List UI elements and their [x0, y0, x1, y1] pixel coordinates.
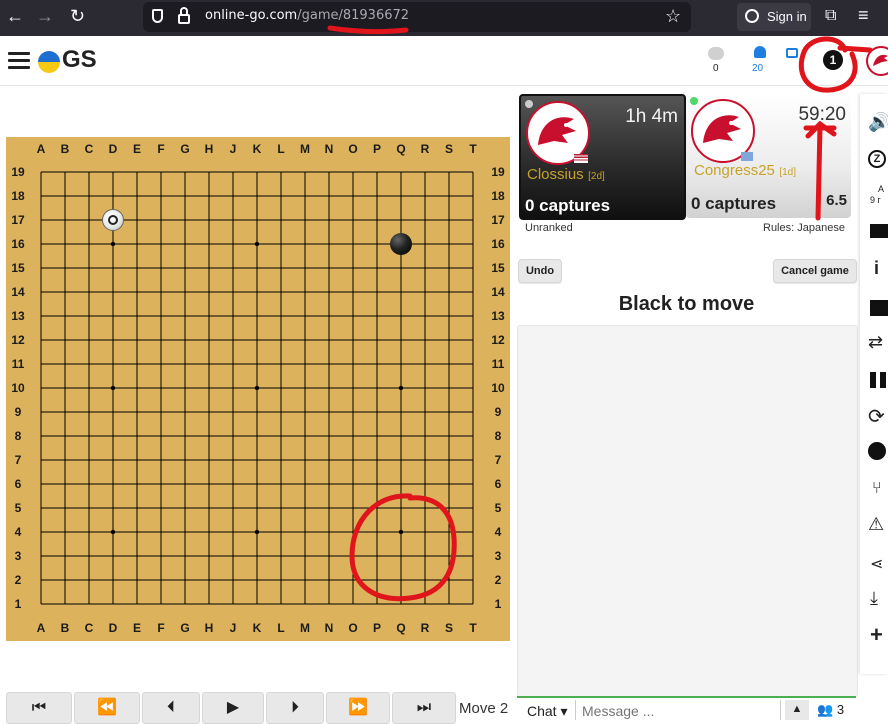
last-move-marker [108, 215, 118, 225]
undo-button[interactable]: Undo [518, 259, 562, 283]
move-number: Move 2 [459, 700, 509, 717]
ranked-status: Unranked [525, 222, 573, 234]
chat-channel-select[interactable]: Chat ▾ [527, 703, 568, 720]
site-header: GS 0 20 1 [0, 36, 888, 86]
reload-icon[interactable]: ↻ [70, 6, 85, 27]
lock-icon[interactable] [178, 14, 190, 24]
chat-expand-button[interactable]: ▲ [785, 700, 809, 720]
turn-indicator-badge[interactable]: 1 [823, 50, 843, 70]
branch-icon[interactable]: ⑂ [872, 480, 882, 498]
black-player-name-row[interactable]: Clossius [2d] [527, 166, 605, 184]
chat-message-field[interactable] [575, 700, 781, 720]
warning-icon[interactable]: ⚠ [868, 514, 884, 535]
lock-shackle-icon [180, 7, 188, 15]
pause-icon[interactable] [870, 372, 876, 388]
user-avatar[interactable] [866, 46, 888, 76]
star-point [254, 241, 260, 247]
back-arrow-icon[interactable]: ← [6, 6, 24, 27]
download-icon[interactable]: ⤓ [870, 588, 878, 609]
last-move-button[interactable]: ⏭ [392, 692, 456, 724]
ogs-logo-text[interactable]: GS [62, 46, 97, 74]
forward-arrow-icon[interactable]: → [36, 6, 54, 27]
zen-mode-icon[interactable]: Z [868, 150, 886, 168]
chat-message-input[interactable] [580, 702, 774, 720]
notification-count: 20 [752, 63, 764, 74]
play-button[interactable]: ▶ [202, 692, 264, 724]
browser-toolbar: ← → ↻ online-go.com/game/81936672 ☆ Sign… [0, 0, 888, 36]
star-point [110, 529, 116, 535]
url-game-id: 81936672 [342, 8, 410, 23]
extensions-icon[interactable]: ⧉ [825, 7, 836, 25]
online-status-dot [690, 97, 698, 105]
info-icon[interactable]: i [874, 258, 879, 279]
move-status: Black to move [618, 293, 755, 315]
black-stone [390, 233, 412, 255]
refresh-icon[interactable]: ⟳ [868, 404, 885, 429]
go-board[interactable]: ABCDEFGHJKLMNOPQRST ABCDEFGHJKLMNOPQRST … [6, 137, 510, 641]
white-komi: 6.5 [826, 192, 847, 209]
url-host: online-go.com [205, 8, 298, 23]
ai-review-icon[interactable]: A [878, 184, 884, 194]
sound-icon[interactable]: 🔊 [868, 112, 888, 133]
swap-icon[interactable]: ⇄ [868, 332, 883, 353]
previous-move-button[interactable]: ⏴ [142, 692, 200, 724]
palette-icon[interactable] [868, 442, 886, 460]
sign-in-label: Sign in [767, 9, 807, 24]
star-point [254, 385, 260, 391]
back-ten-button[interactable]: ⏪ [74, 692, 140, 724]
url-text[interactable]: online-go.com/game/81936672 [205, 8, 409, 23]
black-player-card: 1h 4m Clossius [2d] 0 captures [519, 94, 686, 220]
chat-users-button[interactable]: 👥 3 [817, 702, 844, 718]
plus-icon[interactable]: + [870, 622, 883, 648]
offline-status-dot [525, 100, 533, 108]
star-point [110, 385, 116, 391]
notification-bell-icon[interactable] [754, 46, 766, 58]
white-player-name[interactable]: Congress25 [694, 162, 775, 179]
white-player-name-row[interactable]: Congress25 [1d] [694, 162, 796, 180]
account-icon [745, 9, 759, 23]
black-player-rank: [2d] [588, 171, 605, 182]
star-point [398, 529, 404, 535]
bookmark-star-icon[interactable]: ☆ [665, 6, 681, 27]
share-icon[interactable]: ⋖ [870, 554, 883, 574]
monitor-icon[interactable] [870, 224, 888, 238]
shield-icon[interactable] [152, 9, 163, 23]
white-captures: 0 captures [691, 194, 777, 213]
next-move-button[interactable]: ⏵ [266, 692, 324, 724]
black-captures: 0 captures [525, 196, 611, 215]
white-stone [102, 209, 124, 231]
url-path: /game/ [297, 8, 343, 23]
chat-bubble-icon[interactable] [708, 47, 724, 60]
rules-label: Rules: Japanese [763, 222, 845, 234]
chat-users-count: 3 [836, 702, 845, 717]
forward-ten-button[interactable]: ⏩ [326, 692, 390, 724]
white-player-card: 59:20 Congress25 [1d] 0 captures 6.5 [686, 94, 851, 218]
first-move-button[interactable]: ⏮ [6, 692, 72, 724]
active-games-icon[interactable] [786, 48, 798, 58]
board-grid [40, 171, 474, 605]
hierarchy-icon[interactable] [870, 300, 888, 316]
menu-icon[interactable]: ≡ [858, 5, 869, 26]
hamburger-menu-icon[interactable] [8, 48, 30, 73]
star-point [110, 241, 116, 247]
white-player-rank: [1d] [779, 167, 797, 178]
chat-input-bar: Chat ▾ ▲ 👥 3 [517, 696, 856, 721]
pause-icon-bar [880, 372, 886, 388]
sign-in-button[interactable]: Sign in [737, 3, 811, 31]
black-player-name[interactable]: Clossius [527, 166, 584, 183]
cancel-game-button[interactable]: Cancel game [773, 259, 857, 283]
chat-channel-label: Chat [527, 703, 557, 719]
chat-log[interactable] [517, 325, 858, 697]
us-flag-icon [574, 154, 588, 163]
star-point [398, 385, 404, 391]
white-clock: 59:20 [798, 104, 846, 125]
chat-count: 0 [713, 63, 719, 74]
un-flag-icon [741, 152, 753, 161]
side-dock: 🔊 Z A 9 г i ⇄ ⟳ ⑂ ⚠ ⋖ ⤓ + [860, 94, 888, 674]
black-clock: 1h 4m [625, 106, 678, 127]
star-point [254, 529, 260, 535]
ogs-logo-icon[interactable] [38, 51, 60, 73]
ai-review-label-icon: 9 г [870, 195, 881, 205]
